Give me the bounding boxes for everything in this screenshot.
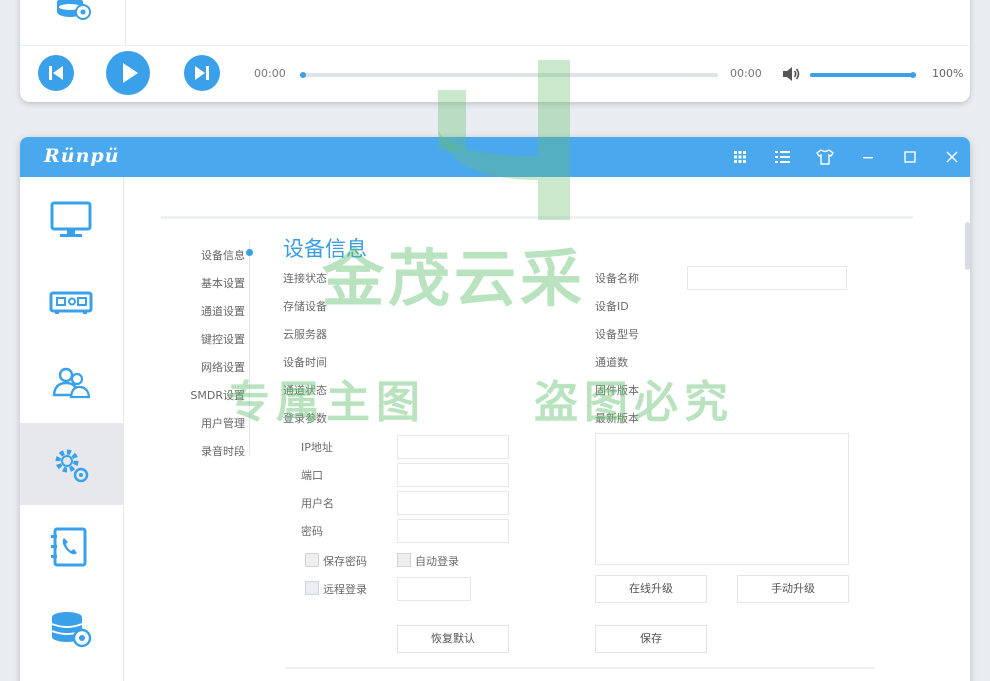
title-bar: Rünpü: [20, 137, 970, 177]
auto-login-checkbox[interactable]: [397, 553, 411, 567]
divider: [161, 216, 913, 219]
label-device-time: 设备时间: [283, 356, 327, 369]
nav-item-smdr-settings[interactable]: SMDR设置: [165, 387, 245, 403]
label-device-id: 设备ID: [595, 300, 629, 313]
sidebar-item-monitor[interactable]: [20, 177, 124, 259]
maximize-icon[interactable]: [900, 147, 920, 167]
nav-item-recording-period[interactable]: 录音时段: [165, 443, 245, 459]
play-button[interactable]: [106, 51, 150, 95]
version-notes-textarea[interactable]: [595, 433, 849, 565]
sidebar-item-settings[interactable]: [20, 423, 124, 505]
volume-label: 100%: [932, 67, 964, 80]
manual-upgrade-button[interactable]: 手动升级: [737, 575, 849, 603]
scrollbar[interactable]: [965, 222, 970, 270]
port-field[interactable]: [397, 463, 509, 487]
label-ip-address: IP地址: [301, 441, 333, 454]
ip-address-field[interactable]: [397, 435, 509, 459]
minimize-icon[interactable]: [858, 147, 878, 167]
label-cloud-server: 云服务器: [283, 328, 327, 341]
remote-login-checkbox[interactable]: [305, 581, 319, 595]
label-username: 用户名: [301, 497, 334, 510]
nav-item-network-settings[interactable]: 网络设置: [165, 359, 245, 375]
restore-default-button[interactable]: 恢复默认: [397, 625, 509, 653]
label-password: 密码: [301, 525, 323, 538]
label-remote-login: 远程登录: [323, 583, 367, 596]
player-top-area: [20, 0, 970, 45]
sidebar-item-phonebook[interactable]: [20, 505, 124, 587]
remote-login-field[interactable]: [397, 577, 471, 601]
label-save-password: 保存密码: [323, 555, 367, 568]
label-firmware-version: 固件版本: [595, 384, 639, 397]
device-icon: [49, 291, 93, 314]
nav-item-user-management[interactable]: 用户管理: [165, 415, 245, 431]
skip-previous-icon: [49, 66, 63, 80]
total-time: 00:00: [730, 67, 762, 80]
player-sidebar: [20, 0, 126, 45]
divider: [285, 667, 875, 669]
label-channel-count: 通道数: [595, 356, 628, 369]
content-panel: 设备信息 基本设置 通道设置 键控设置 网络设置 SMDR设置 用户管理 录音时…: [125, 177, 970, 681]
nav-item-basic-settings[interactable]: 基本设置: [165, 275, 245, 291]
sidebar-item-database[interactable]: [20, 587, 124, 669]
volume-fill: [810, 73, 916, 77]
sidebar-item-users[interactable]: [20, 341, 124, 423]
skip-next-icon: [195, 66, 209, 80]
monitor-icon: [50, 201, 92, 237]
label-device-name: 设备名称: [595, 272, 639, 285]
nav-divider: [249, 241, 250, 455]
volume-slider[interactable]: [810, 72, 916, 78]
password-field[interactable]: [397, 519, 509, 543]
progress-knob[interactable]: [300, 72, 306, 78]
current-time: 00:00: [254, 67, 286, 80]
close-icon[interactable]: [942, 147, 962, 167]
skip-previous-button[interactable]: [38, 55, 74, 91]
database-icon[interactable]: [54, 0, 94, 26]
list-icon[interactable]: [772, 147, 792, 167]
phone-book-icon: [51, 527, 87, 567]
sidebar-item-device[interactable]: [20, 259, 124, 341]
sidebar: [20, 177, 124, 681]
settings-gear-icon: [55, 449, 89, 483]
volume-icon[interactable]: [782, 66, 802, 86]
save-button[interactable]: 保存: [595, 625, 707, 653]
player-controls: 00:00 00:00 100%: [20, 45, 970, 102]
label-latest-version: 最新版本: [595, 412, 639, 425]
online-upgrade-button[interactable]: 在线升级: [595, 575, 707, 603]
skip-next-button[interactable]: [184, 55, 220, 91]
nav-active-dot: [246, 249, 253, 256]
shirt-icon[interactable]: [815, 147, 835, 167]
label-channel-status: 通道状态: [283, 384, 327, 397]
nav-item-key-settings[interactable]: 键控设置: [165, 331, 245, 347]
label-auto-login: 自动登录: [415, 555, 459, 568]
volume-knob[interactable]: [910, 72, 916, 78]
label-login-params: 登录参数: [283, 412, 327, 425]
label-storage-device: 存储设备: [283, 300, 327, 313]
nav-item-device-info[interactable]: 设备信息: [165, 247, 245, 263]
save-password-checkbox[interactable]: [305, 553, 319, 567]
app-logo: Rünpü: [44, 145, 120, 167]
label-connection-status: 连接状态: [283, 272, 327, 285]
users-icon: [52, 367, 91, 399]
grid-icon[interactable]: [730, 147, 750, 167]
player-window: 00:00 00:00 100%: [20, 0, 970, 102]
label-device-model: 设备型号: [595, 328, 639, 341]
page-title: 设备信息: [283, 237, 367, 261]
progress-slider[interactable]: [300, 72, 718, 78]
label-port: 端口: [301, 469, 323, 482]
username-field[interactable]: [397, 491, 509, 515]
database-icon: [51, 612, 92, 648]
app-window: Rünpü 设备信息 基本设置 通道设置 键控设置 网络设置 SMDR设置 用户…: [20, 137, 970, 681]
device-name-field[interactable]: [687, 266, 847, 290]
nav-item-channel-settings[interactable]: 通道设置: [165, 303, 245, 319]
play-icon: [123, 63, 138, 83]
